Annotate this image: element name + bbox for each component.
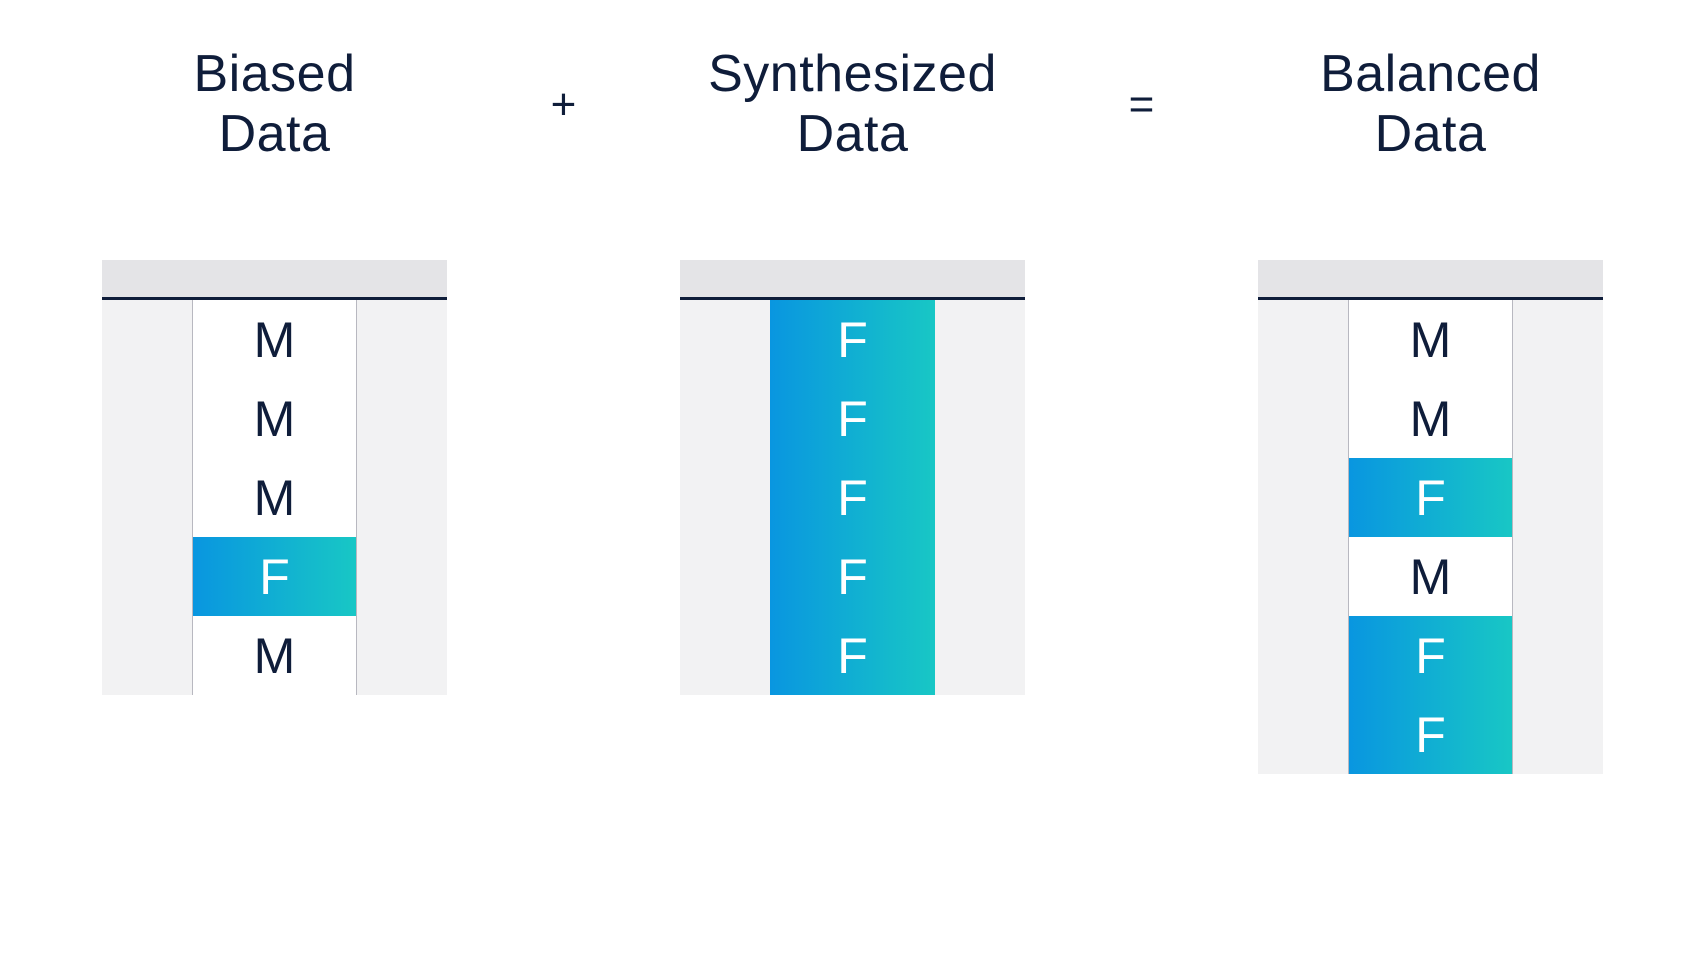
data-cell: M — [1349, 379, 1512, 458]
table-side-right — [357, 300, 447, 695]
table-body: F F F F F — [680, 300, 1025, 695]
balanced-data-table: M M F M F F — [1258, 260, 1603, 774]
biased-data-title: BiasedData — [194, 40, 356, 170]
data-cell-highlighted: F — [193, 537, 356, 616]
data-cell: M — [193, 458, 356, 537]
biased-data-column: BiasedData M M M F M — [85, 40, 465, 695]
data-cell: M — [193, 379, 356, 458]
table-data-column: M M F M F F — [1348, 300, 1513, 774]
balanced-data-title: BalancedData — [1320, 40, 1541, 170]
table-header — [102, 260, 447, 300]
table-header — [680, 260, 1025, 300]
data-cell-highlighted: F — [1349, 458, 1512, 537]
table-side-left — [1258, 300, 1348, 774]
table-data-column: M M M F M — [192, 300, 357, 695]
data-cell-highlighted: F — [770, 537, 935, 616]
table-side-right — [1513, 300, 1603, 774]
data-cell: M — [193, 300, 356, 379]
synthesized-data-column: SynthesizedData F F F F F — [663, 40, 1043, 695]
balanced-data-column: BalancedData M M F M F F — [1241, 40, 1621, 774]
table-side-left — [680, 300, 770, 695]
data-cell-highlighted: F — [770, 458, 935, 537]
data-balancing-diagram: BiasedData M M M F M + SynthesizedData — [0, 0, 1705, 774]
table-side-left — [102, 300, 192, 695]
table-side-right — [935, 300, 1025, 695]
data-cell: M — [1349, 537, 1512, 616]
data-cell-highlighted: F — [770, 300, 935, 379]
data-cell: M — [1349, 300, 1512, 379]
synthesized-data-table: F F F F F — [680, 260, 1025, 695]
biased-data-table: M M M F M — [102, 260, 447, 695]
table-body: M M F M F F — [1258, 300, 1603, 774]
data-cell-highlighted: F — [1349, 616, 1512, 695]
data-cell-highlighted: F — [770, 379, 935, 458]
table-header — [1258, 260, 1603, 300]
table-body: M M M F M — [102, 300, 447, 695]
plus-operator: + — [534, 40, 594, 170]
synthesized-data-title: SynthesizedData — [708, 40, 997, 170]
data-cell: M — [193, 616, 356, 695]
table-data-column-highlighted: F F F F F — [770, 300, 935, 695]
data-cell-highlighted: F — [1349, 695, 1512, 774]
data-cell-highlighted: F — [770, 616, 935, 695]
equals-operator: = — [1112, 40, 1172, 170]
